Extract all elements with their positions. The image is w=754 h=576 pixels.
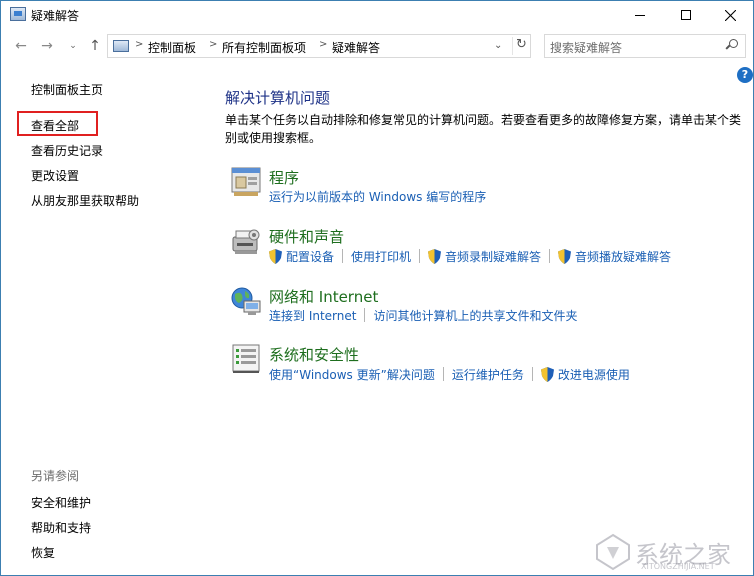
control-panel-icon xyxy=(10,7,26,21)
sidebar-item-get-help-from-friend[interactable]: 从朋友那里获取帮助 xyxy=(31,192,139,209)
window-title: 疑难解答 xyxy=(31,9,80,23)
uac-shield-icon xyxy=(428,248,442,264)
close-icon xyxy=(724,9,736,21)
search-input[interactable]: 搜索疑难解答 xyxy=(544,34,746,58)
see-also-heading: 另请参阅 xyxy=(31,469,80,483)
link-divider xyxy=(342,249,344,263)
sidebar-item-view-history[interactable]: 查看历史记录 xyxy=(31,142,103,159)
network-links: 连接到 Internet 访问其他计算机上的共享文件和文件夹 xyxy=(269,307,577,323)
breadcrumb-all-control-panel-items[interactable]: 所有控制面板项 xyxy=(222,39,306,56)
network-icon[interactable] xyxy=(230,285,263,317)
link-windows-update-troubleshoot[interactable]: 使用“Windows 更新”解决问题 xyxy=(269,366,435,383)
link-divider xyxy=(419,249,421,263)
sidebar-item-control-panel-home[interactable]: 控制面板主页 xyxy=(31,81,103,98)
watermark-logo-icon xyxy=(596,533,630,571)
search-icon[interactable] xyxy=(726,39,738,51)
breadcrumb-separator[interactable]: > xyxy=(135,39,143,50)
see-also-recovery[interactable]: 恢复 xyxy=(31,544,55,561)
programs-links: 运行为以前版本的 Windows 编写的程序 xyxy=(269,188,486,204)
sidebar-item-change-settings[interactable]: 更改设置 xyxy=(31,167,79,184)
address-dropdown-icon[interactable]: ⌄ xyxy=(494,40,502,51)
link-divider xyxy=(364,308,366,322)
sidebar-item-view-all[interactable]: 查看全部 xyxy=(31,117,79,134)
up-button[interactable]: ↑ xyxy=(86,38,104,54)
refresh-button[interactable]: ↻ xyxy=(512,37,530,55)
watermark-subtext: XITONGZHIJIA.NET xyxy=(641,562,715,571)
title-bar: 疑难解答 xyxy=(1,1,753,29)
link-connect-internet[interactable]: 连接到 Internet xyxy=(269,307,356,324)
page-title: 解决计算机问题 xyxy=(225,89,331,107)
maximize-button[interactable] xyxy=(663,1,709,29)
hardware-sound-links: 配置设备 使用打印机 音频录制疑难解答 音频播放疑难解答 xyxy=(269,248,671,264)
hardware-sound-icon[interactable] xyxy=(230,225,263,257)
link-run-old-programs[interactable]: 运行为以前版本的 Windows 编写的程序 xyxy=(269,188,486,205)
link-configure-device[interactable]: 配置设备 xyxy=(286,248,334,265)
category-hardware-sound[interactable]: 硬件和声音 xyxy=(269,226,344,247)
search-placeholder: 搜索疑难解答 xyxy=(550,41,623,55)
link-divider xyxy=(549,249,551,263)
see-also-security-maintenance[interactable]: 安全和维护 xyxy=(31,494,91,511)
system-security-icon[interactable] xyxy=(230,343,263,375)
link-use-printer[interactable]: 使用打印机 xyxy=(351,248,411,265)
navigation-bar: ← → ⌄ ↑ > 控制面板 > 所有控制面板项 > 疑难解答 ⌄ ↻ 搜索疑难… xyxy=(1,31,753,61)
breadcrumb-troubleshooting[interactable]: 疑难解答 xyxy=(332,39,380,56)
see-also-help-support[interactable]: 帮助和支持 xyxy=(31,519,91,536)
link-audio-playback-troubleshooter[interactable]: 音频播放疑难解答 xyxy=(575,248,671,265)
close-button[interactable] xyxy=(707,1,753,29)
watermark: 系统之家 XITONGZHIJIA.NET xyxy=(591,531,751,573)
breadcrumb-separator[interactable]: > xyxy=(319,39,327,50)
link-access-shared-files[interactable]: 访问其他计算机上的共享文件和文件夹 xyxy=(373,307,577,324)
link-divider xyxy=(442,367,444,381)
back-button[interactable]: ← xyxy=(12,38,30,54)
troubleshooting-window: 疑难解答 ← → ⌄ ↑ > 控制面板 > 所有控制面板项 > 疑难解答 ⌄ ↻… xyxy=(0,0,754,576)
category-network-internet[interactable]: 网络和 Internet xyxy=(269,286,378,307)
link-audio-recording-troubleshooter[interactable]: 音频录制疑难解答 xyxy=(445,248,541,265)
minimize-icon xyxy=(635,14,645,16)
link-divider xyxy=(531,367,533,381)
page-description: 单击某个任务以自动排除和修复常见的计算机问题。若要查看更多的故障修复方案，请单击… xyxy=(225,113,742,145)
breadcrumb-separator[interactable]: > xyxy=(209,39,217,50)
uac-shield-icon xyxy=(558,248,572,264)
programs-icon[interactable] xyxy=(230,166,263,198)
uac-shield-icon xyxy=(540,366,554,382)
category-programs[interactable]: 程序 xyxy=(269,167,299,188)
control-panel-icon xyxy=(113,40,129,52)
help-icon[interactable]: ? xyxy=(737,67,753,83)
category-system-security[interactable]: 系统和安全性 xyxy=(269,344,359,365)
breadcrumb-control-panel[interactable]: 控制面板 xyxy=(148,39,196,56)
minimize-button[interactable] xyxy=(617,1,663,29)
link-improve-power-usage[interactable]: 改进电源使用 xyxy=(558,366,630,383)
forward-button[interactable]: → xyxy=(38,38,56,54)
address-bar[interactable]: > 控制面板 > 所有控制面板项 > 疑难解答 ⌄ ↻ xyxy=(107,34,531,58)
uac-shield-icon xyxy=(269,248,282,264)
system-security-links: 使用“Windows 更新”解决问题 运行维护任务 改进电源使用 xyxy=(269,366,630,382)
link-run-maintenance[interactable]: 运行维护任务 xyxy=(452,366,524,383)
recent-locations-button[interactable]: ⌄ xyxy=(64,41,82,51)
maximize-icon xyxy=(681,10,691,20)
